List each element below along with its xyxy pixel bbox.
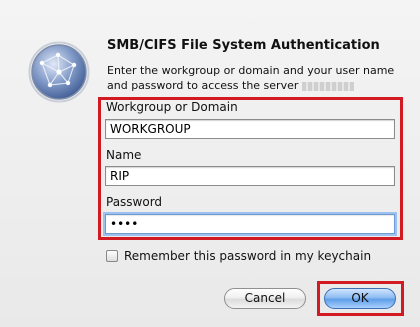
remember-label: Remember this password in my keychain (124, 249, 372, 263)
ok-button[interactable]: OK (324, 288, 396, 309)
workgroup-field[interactable] (105, 119, 395, 139)
dialog-title: SMB/CIFS File System Authentication (107, 38, 380, 53)
name-label: Name (106, 148, 142, 162)
dialog-message: Enter the workgroup or domain and your u… (107, 63, 397, 93)
network-globe-icon (28, 41, 90, 103)
auth-dialog: SMB/CIFS File System Authentication Ente… (0, 0, 420, 327)
password-field[interactable] (105, 214, 395, 234)
password-label: Password (106, 195, 163, 209)
remember-row[interactable]: Remember this password in my keychain (106, 248, 371, 264)
server-name-redacted (301, 81, 354, 91)
name-field[interactable] (105, 166, 395, 186)
remember-checkbox[interactable] (106, 250, 118, 262)
workgroup-label: Workgroup or Domain (106, 100, 238, 114)
cancel-button[interactable]: Cancel (224, 288, 306, 309)
